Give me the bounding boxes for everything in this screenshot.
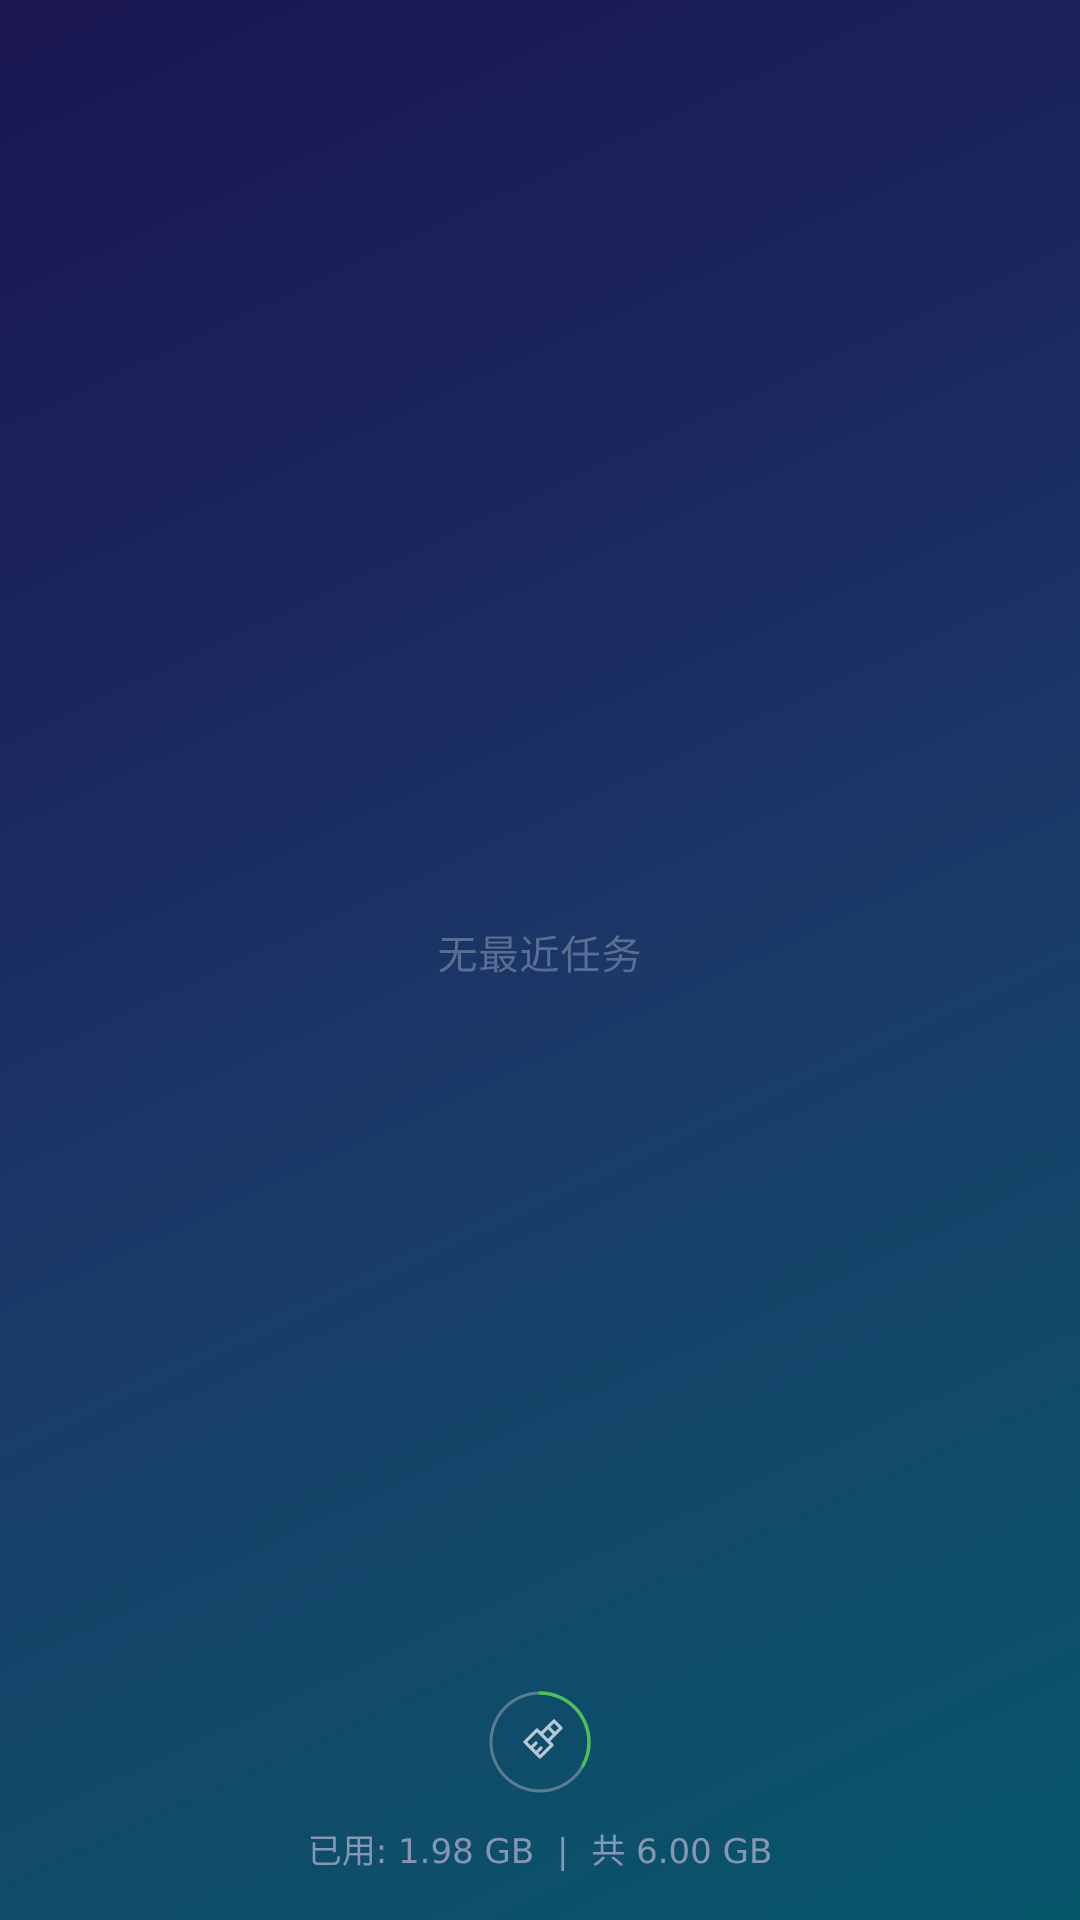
memory-total-label: 共 bbox=[591, 1832, 626, 1872]
memory-separator: | bbox=[557, 1832, 569, 1872]
clear-all-button[interactable] bbox=[488, 1690, 592, 1794]
recents-screen: 无最近任务 已用: 1.98 GB | 共 6.00 GB bbox=[0, 0, 1080, 1920]
memory-used-label: 已用: bbox=[307, 1832, 388, 1872]
broom-icon bbox=[523, 1719, 563, 1759]
no-recent-tasks-label: 无最近任务 bbox=[437, 933, 643, 979]
memory-total-value: 6.00 GB bbox=[636, 1832, 773, 1872]
memory-used-value: 1.98 GB bbox=[398, 1832, 535, 1872]
memory-info: 已用: 1.98 GB | 共 6.00 GB bbox=[0, 1828, 1080, 1876]
memory-usage-ring bbox=[489, 1691, 591, 1793]
